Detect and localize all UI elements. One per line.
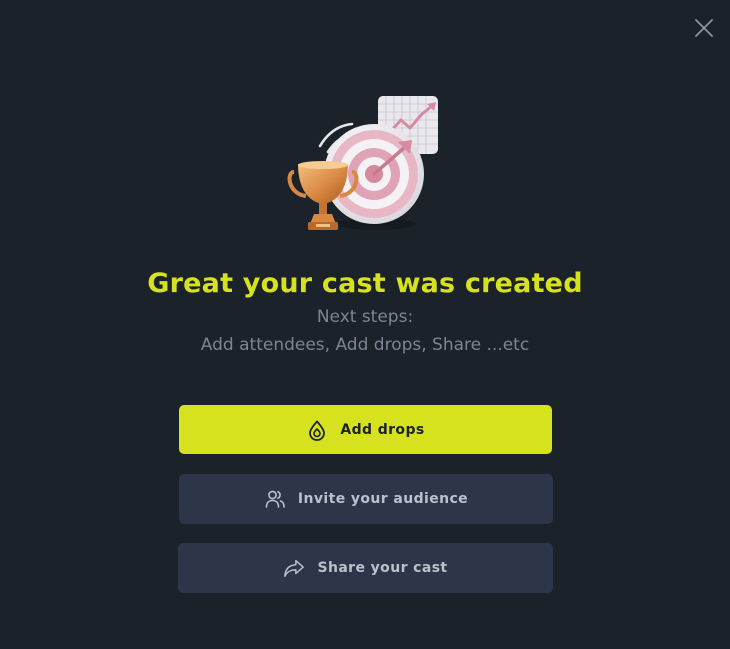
next-steps-list: Add attendees, Add drops, Share ...etc	[200, 335, 530, 355]
close-button[interactable]	[692, 16, 716, 40]
share-arrow-icon	[283, 557, 305, 579]
drop-icon	[306, 419, 328, 441]
users-icon	[264, 488, 286, 510]
add-drops-label: Add drops	[340, 421, 425, 438]
share-cast-label: Share your cast	[317, 560, 448, 576]
achievement-illustration	[287, 96, 438, 230]
success-title: Great your cast was created	[147, 268, 583, 299]
add-drops-button[interactable]: Add drops	[179, 405, 552, 454]
trophy-icon	[287, 161, 359, 230]
next-steps-label: Next steps:	[316, 307, 414, 327]
share-cast-button[interactable]: Share your cast	[178, 543, 553, 593]
close-icon	[695, 19, 713, 37]
invite-audience-button[interactable]: Invite your audience	[179, 474, 553, 524]
invite-audience-label: Invite your audience	[297, 491, 469, 507]
success-dialog: Great your cast was created Next steps: …	[0, 0, 730, 649]
